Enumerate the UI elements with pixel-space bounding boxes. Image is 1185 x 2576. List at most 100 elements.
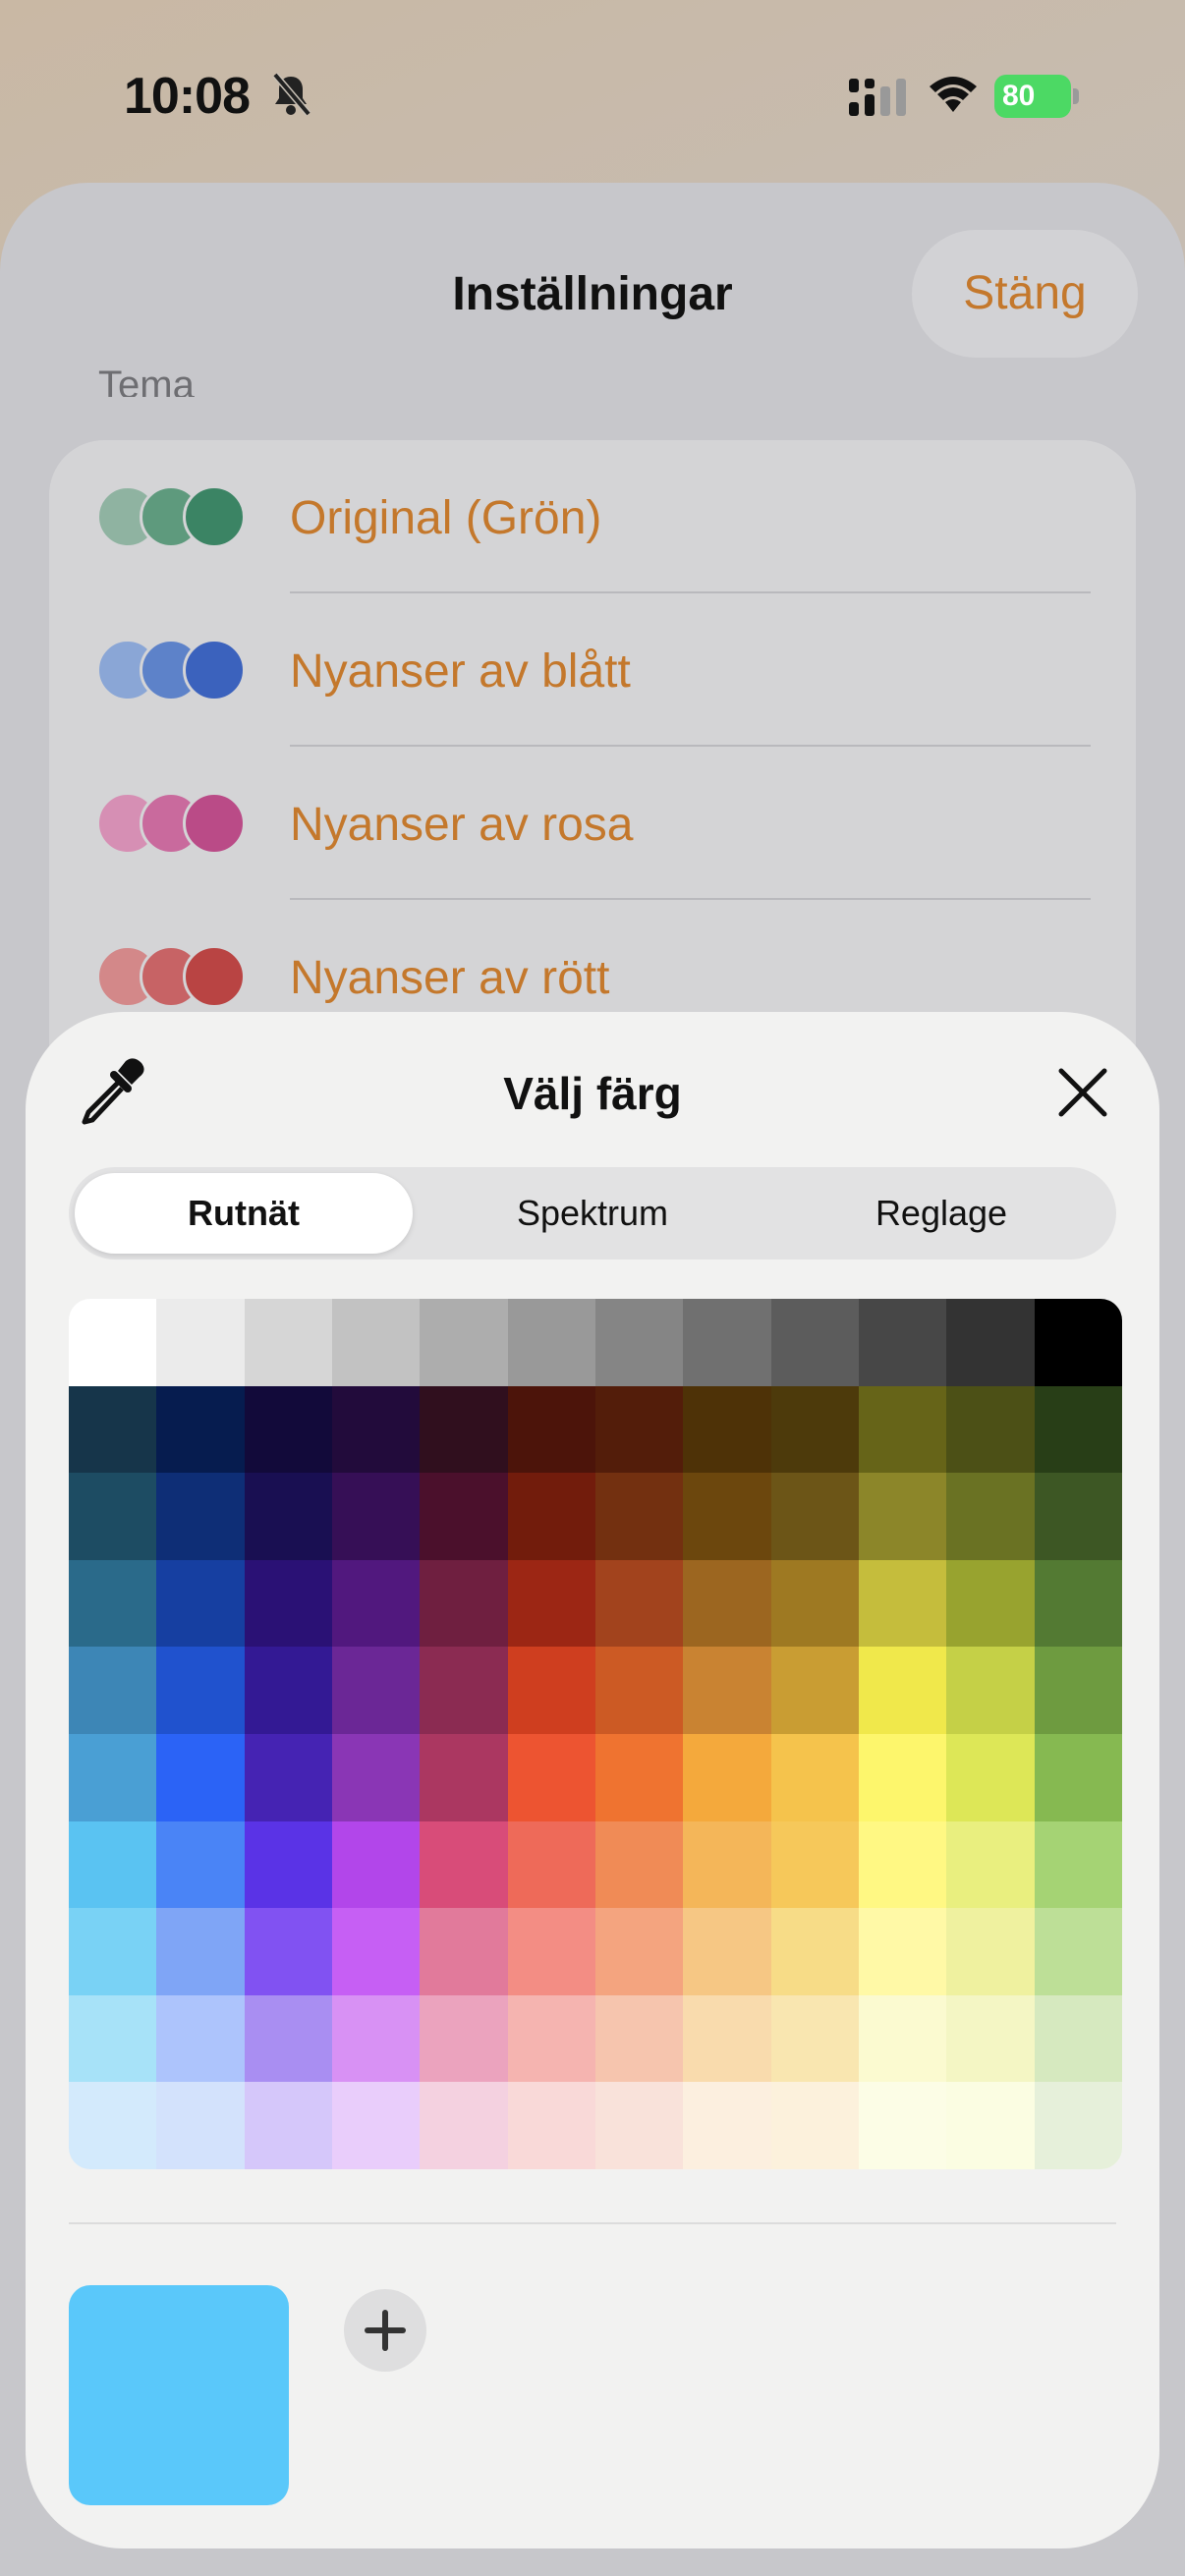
color-cell[interactable] <box>683 1299 771 1386</box>
color-cell[interactable] <box>332 1647 421 1734</box>
color-cell[interactable] <box>595 1908 684 1995</box>
color-cell[interactable] <box>1034 1820 1122 1909</box>
color-cell[interactable] <box>507 1994 595 2083</box>
color-cell[interactable] <box>332 1908 421 1995</box>
color-cell[interactable] <box>595 1559 684 1648</box>
color-cell[interactable] <box>1034 1299 1122 1386</box>
color-cell[interactable] <box>69 1908 157 1995</box>
color-cell[interactable] <box>332 2082 421 2169</box>
color-cell[interactable] <box>332 1559 421 1648</box>
color-cell[interactable] <box>332 1994 421 2083</box>
color-cell[interactable] <box>156 1908 245 1995</box>
color-cell[interactable] <box>946 1299 1035 1386</box>
color-cell[interactable] <box>69 1647 157 1734</box>
color-cell[interactable] <box>683 1908 771 1995</box>
close-icon[interactable] <box>1055 1065 1110 1120</box>
color-cell[interactable] <box>244 1559 332 1648</box>
color-cell[interactable] <box>244 1820 332 1909</box>
color-cell[interactable] <box>770 1299 859 1386</box>
color-cell[interactable] <box>507 1299 595 1386</box>
color-cell[interactable] <box>332 1733 421 1821</box>
color-cell[interactable] <box>859 1473 947 1560</box>
settings-close-button[interactable]: Stäng <box>912 230 1138 358</box>
color-cell[interactable] <box>420 1908 508 1995</box>
color-cell[interactable] <box>507 1473 595 1560</box>
color-cell[interactable] <box>946 1647 1035 1734</box>
color-cell[interactable] <box>69 1385 157 1474</box>
theme-option[interactable]: Nyanser av blått <box>49 593 1136 747</box>
color-cell[interactable] <box>859 1385 947 1474</box>
color-cell[interactable] <box>507 1908 595 1995</box>
color-cell[interactable] <box>420 1385 508 1474</box>
color-cell[interactable] <box>770 1385 859 1474</box>
color-cell[interactable] <box>859 1299 947 1386</box>
color-cell[interactable] <box>156 1647 245 1734</box>
color-cell[interactable] <box>420 1473 508 1560</box>
color-cell[interactable] <box>244 1385 332 1474</box>
color-cell[interactable] <box>595 1299 684 1386</box>
color-cell[interactable] <box>1034 1908 1122 1995</box>
color-cell[interactable] <box>770 1908 859 1995</box>
color-cell[interactable] <box>156 1473 245 1560</box>
color-cell[interactable] <box>1034 1559 1122 1648</box>
color-cell[interactable] <box>595 1994 684 2083</box>
color-cell[interactable] <box>946 1994 1035 2083</box>
color-cell[interactable] <box>420 1733 508 1821</box>
color-cell[interactable] <box>1034 1994 1122 2083</box>
color-cell[interactable] <box>770 1820 859 1909</box>
color-cell[interactable] <box>244 1733 332 1821</box>
color-cell[interactable] <box>420 1647 508 1734</box>
color-cell[interactable] <box>683 1994 771 2083</box>
color-cell[interactable] <box>69 1473 157 1560</box>
color-cell[interactable] <box>595 1473 684 1560</box>
color-cell[interactable] <box>683 1559 771 1648</box>
color-cell[interactable] <box>770 1994 859 2083</box>
tab-spectrum[interactable]: Spektrum <box>423 1173 762 1254</box>
color-cell[interactable] <box>595 1820 684 1909</box>
color-cell[interactable] <box>244 1994 332 2083</box>
color-cell[interactable] <box>244 1908 332 1995</box>
color-cell[interactable] <box>156 1820 245 1909</box>
theme-option[interactable]: Original (Grön) <box>49 440 1136 593</box>
color-cell[interactable] <box>507 1733 595 1821</box>
color-cell[interactable] <box>420 1559 508 1648</box>
color-cell[interactable] <box>507 1647 595 1734</box>
color-cell[interactable] <box>595 2082 684 2169</box>
color-cell[interactable] <box>1034 1473 1122 1560</box>
color-cell[interactable] <box>859 1820 947 1909</box>
color-cell[interactable] <box>946 1733 1035 1821</box>
color-cell[interactable] <box>683 1385 771 1474</box>
color-cell[interactable] <box>859 1994 947 2083</box>
color-cell[interactable] <box>420 1820 508 1909</box>
color-cell[interactable] <box>859 1733 947 1821</box>
color-cell[interactable] <box>595 1733 684 1821</box>
tab-sliders[interactable]: Reglage <box>772 1173 1110 1254</box>
color-cell[interactable] <box>946 1473 1035 1560</box>
theme-option[interactable]: Nyanser av rosa <box>49 747 1136 900</box>
color-cell[interactable] <box>1034 1733 1122 1821</box>
color-cell[interactable] <box>683 1820 771 1909</box>
color-cell[interactable] <box>859 1647 947 1734</box>
color-cell[interactable] <box>507 2082 595 2169</box>
color-cell[interactable] <box>595 1647 684 1734</box>
add-color-button[interactable] <box>344 2289 426 2372</box>
color-cell[interactable] <box>69 1299 157 1386</box>
color-cell[interactable] <box>507 1820 595 1909</box>
color-cell[interactable] <box>683 1733 771 1821</box>
color-cell[interactable] <box>946 1385 1035 1474</box>
color-cell[interactable] <box>244 1647 332 1734</box>
color-cell[interactable] <box>770 1559 859 1648</box>
color-cell[interactable] <box>332 1473 421 1560</box>
color-cell[interactable] <box>69 1559 157 1648</box>
color-cell[interactable] <box>770 1473 859 1560</box>
color-cell[interactable] <box>69 1994 157 2083</box>
color-cell[interactable] <box>332 1299 421 1386</box>
color-cell[interactable] <box>1034 2082 1122 2169</box>
color-cell[interactable] <box>244 1473 332 1560</box>
color-cell[interactable] <box>507 1385 595 1474</box>
color-cell[interactable] <box>859 1908 947 1995</box>
color-cell[interactable] <box>859 2082 947 2169</box>
color-cell[interactable] <box>946 1908 1035 1995</box>
color-cell[interactable] <box>683 1473 771 1560</box>
color-cell[interactable] <box>420 2082 508 2169</box>
